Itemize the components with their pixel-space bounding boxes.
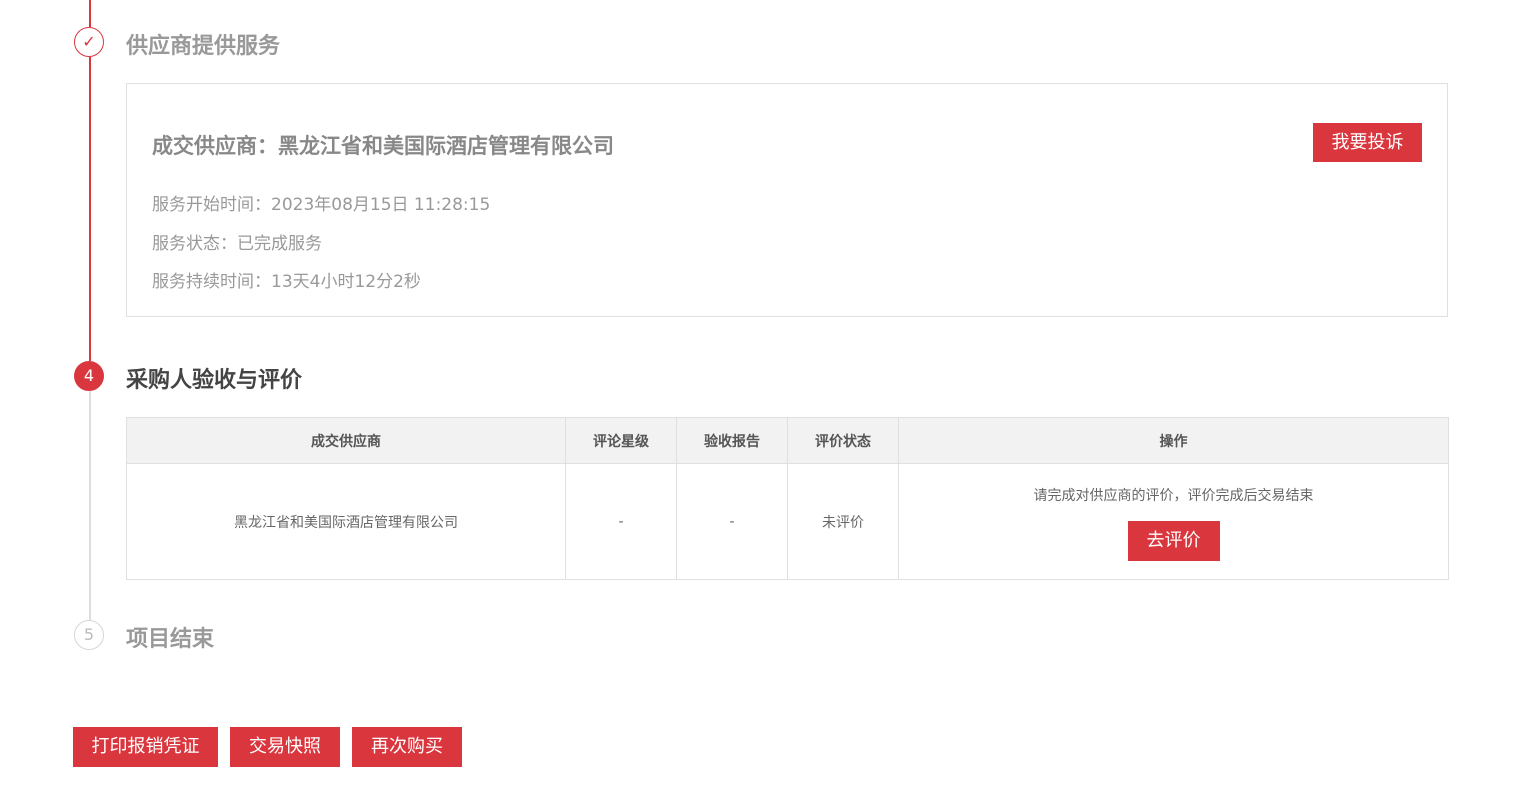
cell-status: 未评价 <box>787 463 899 580</box>
column-header-status: 评价状态 <box>787 417 899 464</box>
timeline-line-top <box>89 0 91 27</box>
step-title-acceptance-evaluation: 采购人验收与评价 <box>126 368 303 393</box>
transaction-snapshot-button[interactable]: 交易快照 <box>230 727 340 767</box>
complain-button[interactable]: 我要投诉 <box>1313 123 1422 162</box>
service-card: 成交供应商：黑龙江省和美国际酒店管理有限公司 我要投诉 服务开始时间：2023年… <box>126 83 1448 317</box>
timeline-line-done <box>89 57 91 361</box>
cell-report: - <box>676 463 788 580</box>
step-number-5: 5 <box>74 620 104 650</box>
column-header-supplier: 成交供应商 <box>126 417 566 464</box>
go-evaluate-button[interactable]: 去评价 <box>1127 520 1220 561</box>
service-start-time: 服务开始时间：2023年08月15日 11:28:15 <box>152 195 491 215</box>
service-duration: 服务持续时间：13天4小时12分2秒 <box>152 272 421 292</box>
print-receipt-button[interactable]: 打印报销凭证 <box>73 727 218 767</box>
cell-supplier: 黑龙江省和美国际酒店管理有限公司 <box>126 463 566 580</box>
cell-action: 请完成对供应商的评价，评价完成后交易结束 去评价 <box>898 463 1449 580</box>
buy-again-button[interactable]: 再次购买 <box>352 727 462 767</box>
step-done-checkmark-icon: ✓ <box>74 27 104 57</box>
column-header-report: 验收报告 <box>676 417 788 464</box>
table-row: 黑龙江省和美国际酒店管理有限公司 - - 未评价 请完成对供应商的评价，评价完成… <box>126 463 1449 580</box>
evaluation-table: 成交供应商 评论星级 验收报告 评价状态 操作 黑龙江省和美国际酒店管理有限公司… <box>126 417 1449 580</box>
column-header-action: 操作 <box>898 417 1449 464</box>
step-title-supplier-service: 供应商提供服务 <box>126 34 281 59</box>
service-status: 服务状态：已完成服务 <box>152 234 322 254</box>
deal-supplier-title: 成交供应商：黑龙江省和美国际酒店管理有限公司 <box>152 134 614 158</box>
timeline-line-pending <box>89 391 91 620</box>
table-header-row: 成交供应商 评论星级 验收报告 评价状态 操作 <box>126 417 1449 464</box>
cell-rating: - <box>565 463 677 580</box>
evaluation-hint: 请完成对供应商的评价，评价完成后交易结束 <box>1033 487 1314 504</box>
step-number-4: 4 <box>74 361 104 391</box>
column-header-rating: 评论星级 <box>565 417 677 464</box>
step-title-project-end: 项目结束 <box>126 627 215 652</box>
